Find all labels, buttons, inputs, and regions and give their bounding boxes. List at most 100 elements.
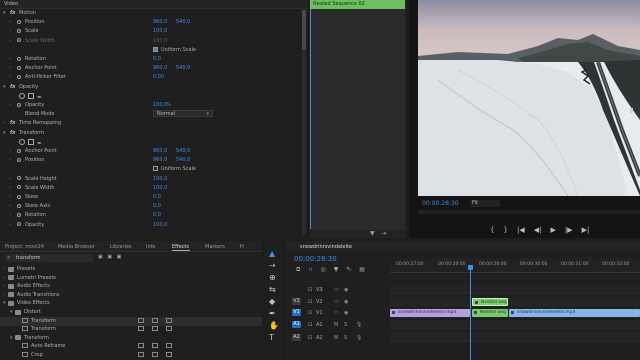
program-monitor-video[interactable] bbox=[418, 0, 640, 196]
expand-triangle-icon[interactable]: › bbox=[9, 28, 11, 34]
effect-controls-scroll-thumb[interactable] bbox=[302, 10, 306, 50]
track-select-tool-icon[interactable]: ⇢ bbox=[269, 261, 276, 270]
property-value-1[interactable]: 0,0 bbox=[153, 56, 161, 62]
mini-timeline-playhead[interactable] bbox=[310, 9, 311, 229]
eye-icon[interactable]: ◉ bbox=[344, 310, 348, 316]
uniform-scale-checkbox[interactable] bbox=[153, 166, 158, 172]
property-value-1[interactable]: 100,0 bbox=[153, 28, 167, 34]
expand-triangle-icon[interactable]: ▾ bbox=[3, 10, 6, 16]
sync-lock-icon[interactable]: ▭ bbox=[334, 310, 339, 316]
expand-triangle-icon[interactable]: › bbox=[9, 203, 11, 209]
blend-mode-dropdown[interactable]: Normal ▾ bbox=[153, 110, 213, 118]
fit-dropdown[interactable]: Fit bbox=[470, 200, 500, 207]
track-target-v2[interactable]: V2 bbox=[292, 298, 301, 305]
stopwatch-icon[interactable] bbox=[17, 56, 21, 61]
add-marker-icon[interactable]: ▼ bbox=[334, 266, 339, 273]
expand-triangle-icon[interactable]: › bbox=[9, 38, 11, 44]
track-target-v1[interactable]: V1 bbox=[292, 309, 301, 316]
expand-triangle-icon[interactable]: › bbox=[3, 292, 5, 298]
property-value-1[interactable]: 960,0 bbox=[153, 19, 167, 25]
microphone-icon[interactable]: 🎙 bbox=[356, 335, 362, 341]
track-lane-a2[interactable] bbox=[390, 333, 640, 344]
expand-triangle-icon[interactable]: › bbox=[3, 275, 5, 281]
program-timecode[interactable]: 00:00:28:30 bbox=[422, 200, 459, 207]
tab-project-movi24[interactable]: Project: movi24 bbox=[5, 244, 44, 250]
expand-triangle-icon[interactable]: ▾ bbox=[10, 309, 13, 315]
effects-search-box[interactable]: ⌕ transform bbox=[5, 254, 93, 262]
export-frame-icon[interactable]: ⇥ bbox=[382, 230, 387, 237]
track-lane-v2[interactable] bbox=[390, 297, 640, 308]
expand-triangle-icon[interactable]: › bbox=[9, 19, 11, 25]
expand-triangle-icon[interactable]: › bbox=[9, 212, 11, 218]
track-target-a2[interactable]: A2 bbox=[292, 334, 301, 341]
captions-icon[interactable]: ▤ bbox=[359, 266, 365, 273]
property-value-1[interactable]: 960,0 bbox=[153, 65, 167, 71]
expand-triangle-icon[interactable]: › bbox=[3, 283, 5, 289]
property-value-1[interactable]: 0,0 bbox=[153, 194, 161, 200]
mark-out-icon[interactable]: } bbox=[503, 226, 507, 234]
expand-triangle-icon[interactable]: › bbox=[9, 102, 11, 108]
timeline-clip-nested-seq[interactable]: Nested Seq bbox=[472, 309, 508, 317]
property-value-1[interactable]: 100,0 bbox=[153, 176, 167, 182]
sync-lock-icon[interactable]: ▭ bbox=[334, 287, 339, 293]
type-tool-icon[interactable]: T bbox=[269, 333, 274, 342]
expand-triangle-icon[interactable]: › bbox=[9, 185, 11, 191]
tab-h[interactable]: H bbox=[240, 244, 244, 250]
property-value-2[interactable]: 540,0 bbox=[176, 65, 190, 71]
property-value-1[interactable]: 960,0 bbox=[153, 157, 167, 163]
stopwatch-icon[interactable] bbox=[17, 194, 21, 199]
expand-triangle-icon[interactable]: › bbox=[9, 74, 11, 80]
timeline-clip-nested-seq[interactable]: Nested Seq bbox=[472, 298, 508, 306]
lock-icon[interactable]: ⊡ bbox=[308, 322, 312, 328]
slip-tool-icon[interactable]: ◆ bbox=[269, 297, 275, 306]
search-input[interactable]: transform bbox=[16, 255, 41, 261]
expand-triangle-icon[interactable]: ▾ bbox=[3, 130, 6, 136]
pen-mask-icon[interactable]: ✒ bbox=[37, 140, 42, 147]
wrench-icon[interactable]: ✎ bbox=[346, 266, 351, 273]
yuv-effects-icon[interactable]: ▣ bbox=[117, 254, 122, 260]
solo-icon[interactable]: S bbox=[344, 322, 347, 328]
stopwatch-icon[interactable] bbox=[17, 19, 21, 24]
expand-triangle-icon[interactable]: ▾ bbox=[10, 335, 13, 341]
stopwatch-icon[interactable] bbox=[17, 157, 21, 162]
nested-sequence-clip[interactable]: Nested Sequence 02 bbox=[310, 0, 405, 9]
ripple-edit-tool-icon[interactable]: ⊕ bbox=[269, 273, 276, 282]
mark-in-icon[interactable]: { bbox=[490, 226, 494, 234]
expand-triangle-icon[interactable]: ▾ bbox=[3, 300, 6, 306]
property-value-1[interactable]: 0,0 bbox=[153, 212, 161, 218]
stopwatch-icon[interactable] bbox=[17, 222, 21, 227]
property-value-1[interactable]: 0,0 bbox=[153, 203, 161, 209]
stopwatch-icon[interactable] bbox=[17, 28, 21, 33]
pen-tool-icon[interactable]: ✒ bbox=[269, 309, 276, 318]
go-to-in-icon[interactable]: |◀ bbox=[517, 226, 525, 234]
uniform-scale-checkbox[interactable] bbox=[153, 46, 158, 52]
stopwatch-icon[interactable] bbox=[17, 102, 21, 107]
expand-triangle-icon[interactable]: › bbox=[9, 222, 11, 228]
mute-icon[interactable]: M bbox=[334, 322, 338, 328]
stopwatch-icon[interactable] bbox=[17, 185, 21, 190]
eye-icon[interactable]: ◉ bbox=[344, 287, 348, 293]
tab-media-browser[interactable]: Media Browser bbox=[58, 244, 95, 250]
step-forward-icon[interactable]: |▶ bbox=[565, 226, 573, 234]
property-value-2[interactable]: 540,0 bbox=[176, 19, 190, 25]
program-scrub-bar[interactable] bbox=[418, 210, 640, 214]
nest-icon[interactable]: ⧉ bbox=[296, 266, 300, 273]
selection-tool-icon[interactable]: ▲ bbox=[269, 249, 275, 258]
ellipse-mask-icon[interactable] bbox=[19, 138, 25, 145]
property-value-1[interactable]: 960,0 bbox=[153, 148, 167, 154]
property-value-1[interactable]: 100,0 bbox=[153, 222, 167, 228]
playhead-line[interactable] bbox=[470, 270, 471, 360]
lock-icon[interactable]: ⊡ bbox=[308, 299, 312, 305]
tab-libraries[interactable]: Libraries bbox=[110, 244, 132, 250]
hand-tool-icon[interactable]: ✋ bbox=[269, 321, 279, 330]
expand-triangle-icon[interactable]: › bbox=[9, 194, 11, 200]
accelerated-effects-icon[interactable]: ▣ bbox=[98, 254, 103, 260]
mini-timeline-area[interactable] bbox=[310, 9, 405, 230]
expand-triangle-icon[interactable]: › bbox=[9, 157, 11, 163]
linked-selection-icon[interactable]: ◎ bbox=[321, 266, 326, 273]
tab-markers[interactable]: Markers bbox=[205, 244, 225, 250]
timeline-clip-snowdrinnivindelelte-mp4[interactable]: snowdrinnivindelelte.mp4 bbox=[390, 309, 470, 317]
ellipse-mask-icon[interactable] bbox=[19, 92, 25, 99]
property-value-1[interactable]: 100,0 bbox=[153, 185, 167, 191]
expand-triangle-icon[interactable]: › bbox=[3, 120, 5, 126]
